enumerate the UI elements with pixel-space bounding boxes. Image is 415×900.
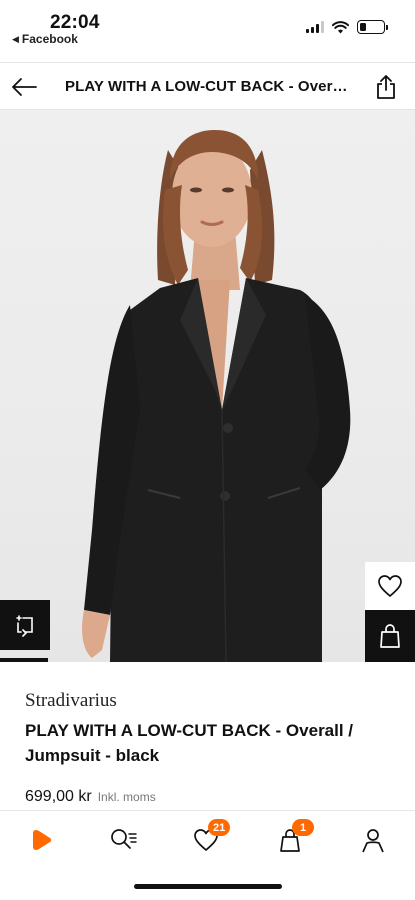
share-button[interactable]	[371, 72, 401, 102]
brand-name[interactable]: Stradivarius	[25, 690, 117, 712]
wifi-icon	[332, 20, 349, 33]
heart-icon	[378, 575, 402, 597]
page-title: PLAY WITH A LOW-CUT BACK - Overall / Jum…	[65, 78, 355, 95]
profile-icon	[362, 829, 384, 853]
search-icon	[111, 829, 137, 849]
model-illustration	[82, 130, 351, 662]
shopping-bag-icon	[380, 624, 400, 648]
status-icons	[306, 20, 388, 34]
product-image[interactable]	[0, 110, 415, 662]
back-to-app-link[interactable]: ◀ Facebook	[12, 32, 78, 46]
nav-bag[interactable]: 1	[270, 819, 314, 857]
share-icon	[377, 75, 395, 99]
add-to-bag-button[interactable]	[365, 610, 415, 662]
tax-note: Inkl. moms	[97, 790, 156, 804]
nav-profile[interactable]	[353, 823, 393, 857]
bag-count-badge: 1	[292, 819, 314, 836]
price-row: 699,00 kr Inkl. moms	[25, 788, 156, 806]
product-name: PLAY WITH A LOW-CUT BACK - Overall / Jum…	[25, 721, 354, 765]
wishlist-button[interactable]	[365, 562, 415, 610]
cellular-signal-icon	[306, 21, 324, 33]
status-time: 22:04	[50, 12, 100, 33]
bottom-nav: 21 1	[0, 810, 415, 866]
size-guide-icon	[16, 615, 33, 637]
image-pager-indicator	[0, 658, 48, 662]
nav-wishlist[interactable]: 21	[186, 819, 231, 857]
nav-search[interactable]	[104, 823, 144, 857]
product-price: 699,00 kr	[25, 788, 92, 805]
back-triangle-icon: ◀	[12, 33, 19, 44]
product-header: PLAY WITH A LOW-CUT BACK - Overall / Jum…	[0, 62, 415, 110]
home-indicator[interactable]	[134, 884, 282, 889]
back-button[interactable]	[8, 71, 40, 103]
back-app-label: Facebook	[21, 32, 78, 46]
status-bar: 22:04 ◀ Facebook	[0, 0, 415, 60]
home-icon	[33, 830, 52, 850]
wishlist-count-badge: 21	[208, 819, 231, 836]
nav-home[interactable]	[22, 823, 62, 857]
arrow-left-icon	[12, 78, 37, 96]
size-guide-button[interactable]	[0, 600, 50, 650]
battery-icon	[357, 20, 388, 34]
